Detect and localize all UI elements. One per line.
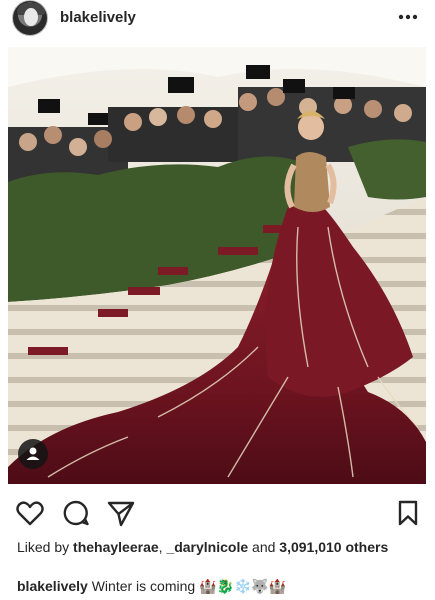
post-header: blakelively (0, 0, 435, 46)
action-bar (0, 494, 435, 530)
post-photo[interactable] (8, 47, 426, 484)
likes-separator: , (158, 539, 163, 555)
figure-head (298, 114, 324, 140)
gown-bodice (294, 152, 330, 212)
user-tag-button[interactable] (18, 439, 48, 469)
post-username[interactable]: blakelively (60, 9, 136, 26)
bookmark-icon[interactable] (393, 498, 423, 528)
likes-and: and (252, 539, 276, 555)
comment-icon[interactable] (61, 498, 91, 528)
post-caption: blakelively Winter is coming 🏰🐉❄️🐺🏰 (17, 578, 427, 595)
likes-summary: Liked by thehayleerae, _darylnicole and … (17, 539, 417, 556)
user-tag-icon (26, 447, 40, 460)
likes-prefix: Liked by (17, 539, 70, 555)
caption-text: Winter is coming (91, 578, 196, 594)
photo-illustration (8, 47, 426, 484)
liked-by-user-2[interactable]: _darylnicole (166, 539, 248, 555)
liked-by-user-1[interactable]: thehayleerae (73, 539, 159, 555)
caption-username[interactable]: blakelively (17, 578, 88, 594)
likes-count[interactable]: 3,091,010 (279, 539, 341, 555)
likes-others[interactable]: others (345, 539, 388, 555)
caption-emojis: 🏰🐉❄️🐺🏰 (199, 578, 287, 594)
more-options-icon[interactable] (398, 12, 418, 22)
send-icon[interactable] (106, 498, 136, 528)
heart-icon[interactable] (15, 498, 45, 528)
avatar[interactable] (12, 0, 48, 36)
avatar-face-shape (24, 8, 38, 26)
